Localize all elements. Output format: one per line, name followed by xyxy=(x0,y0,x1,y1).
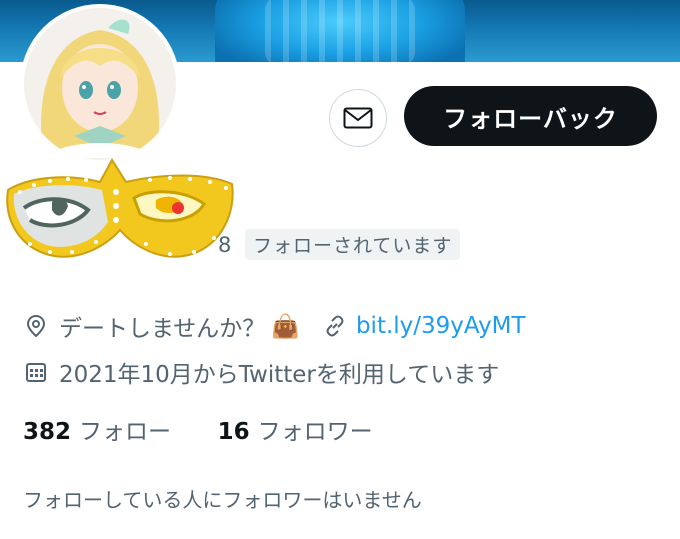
calendar-icon xyxy=(23,359,49,385)
masquerade-mask-overlay xyxy=(6,158,234,258)
avatar[interactable] xyxy=(20,4,180,164)
followers-label: フォロワー xyxy=(257,419,373,445)
followers-count: 16 xyxy=(217,419,250,445)
link-icon xyxy=(322,313,348,339)
envelope-icon xyxy=(343,107,373,129)
following-link[interactable]: 382 フォロー xyxy=(23,419,171,445)
mutual-followers-note: フォローしている人にフォロワーはいません xyxy=(23,488,422,512)
location-pin-icon xyxy=(23,313,49,339)
following-count: 382 xyxy=(23,419,72,445)
profile-link[interactable]: bit.ly/39yAyMT xyxy=(356,313,526,339)
following-label: フォロー xyxy=(79,419,172,445)
count-fragment: 8 xyxy=(218,233,232,257)
banner-pattern xyxy=(265,0,415,62)
joined-text: 2021年10月からTwitterを利用しています xyxy=(59,362,500,388)
handbag-emoji: 👜 xyxy=(271,313,300,340)
follow-stats: 382 フォロー 16 フォロワー xyxy=(23,412,373,446)
follow-back-button[interactable]: フォローバック xyxy=(404,86,657,146)
location-row: デートしませんか？ 👜 bit.ly/39yAyMT xyxy=(23,309,526,343)
followers-link[interactable]: 16 フォロワー xyxy=(218,419,373,445)
location-text: デートしませんか？ xyxy=(59,316,266,342)
follows-you-badge: フォローされています xyxy=(245,229,461,260)
avatar-illustration xyxy=(24,8,176,160)
joined-row: 2021年10月からTwitterを利用しています xyxy=(23,355,499,389)
message-button[interactable] xyxy=(329,89,387,147)
